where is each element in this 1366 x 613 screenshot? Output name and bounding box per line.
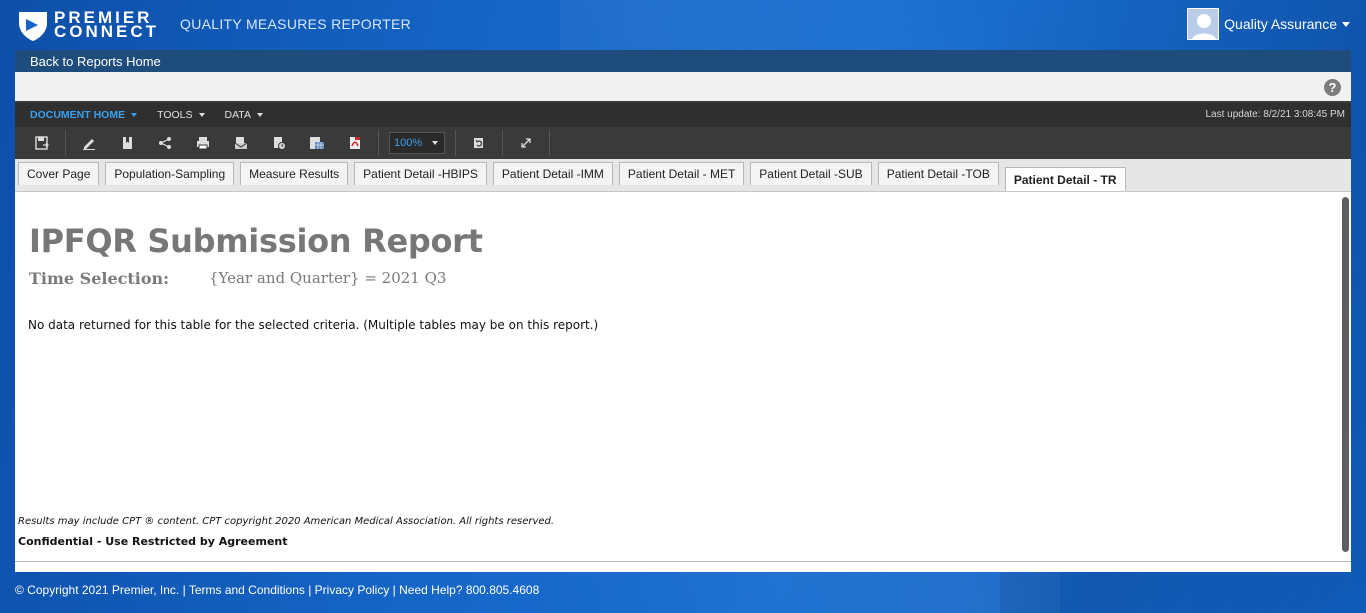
edit-button[interactable] bbox=[70, 127, 108, 159]
chevron-down-icon bbox=[256, 113, 263, 117]
cpt-notice: Results may include CPT ® content. CPT c… bbox=[18, 516, 555, 527]
logo-text-line2: CONNECT bbox=[54, 22, 160, 41]
help-icon[interactable]: ? bbox=[1324, 79, 1341, 96]
toolbar-separator bbox=[502, 130, 503, 156]
menu-label: DOCUMENT HOME bbox=[30, 109, 126, 121]
chevron-down-icon bbox=[131, 113, 138, 117]
send-icon bbox=[234, 137, 248, 149]
bookmark-icon bbox=[123, 137, 132, 149]
schedule-button[interactable] bbox=[260, 127, 298, 159]
tab-patient-detail-met[interactable]: Patient Detail - MET bbox=[618, 162, 745, 185]
tab-patient-detail-tr[interactable]: Patient Detail - TR bbox=[1004, 167, 1126, 191]
send-button[interactable] bbox=[222, 127, 260, 159]
menu-label: DATA bbox=[224, 109, 251, 121]
last-update: Last update: 8/2/21 3:08:45 PM bbox=[1205, 109, 1345, 120]
top-header: PREMIER CONNECT QUALITY MEASURES REPORTE… bbox=[0, 0, 1366, 50]
tab-measure-results[interactable]: Measure Results bbox=[240, 162, 349, 185]
edit-icon bbox=[83, 139, 95, 150]
time-selection-value: {Year and Quarter} = 2021 Q3 bbox=[209, 269, 447, 287]
zoom-select[interactable]: 100% bbox=[389, 132, 445, 154]
divider bbox=[15, 561, 1351, 562]
export-pdf-icon bbox=[350, 137, 360, 149]
report-title: IPFQR Submission Report bbox=[29, 222, 483, 260]
menu-data[interactable]: DATA bbox=[215, 103, 273, 127]
premier-logo-icon bbox=[19, 12, 47, 41]
share-icon bbox=[159, 137, 171, 149]
chevron-down-icon bbox=[198, 113, 205, 117]
schedule-icon bbox=[274, 137, 286, 150]
user-name: Quality Assurance bbox=[1224, 16, 1337, 32]
time-selection-label: Time Selection: bbox=[29, 269, 170, 288]
app-title: QUALITY MEASURES REPORTER bbox=[180, 16, 412, 32]
report-panel: Back to Reports Home ? DOCUMENT HOME TOO… bbox=[15, 50, 1351, 572]
menu-document-home[interactable]: DOCUMENT HOME bbox=[15, 103, 147, 127]
save-icon bbox=[35, 136, 49, 150]
user-menu[interactable]: Quality Assurance bbox=[1187, 8, 1350, 40]
no-data-message: No data returned for this table for the … bbox=[28, 318, 599, 332]
bookmark-button[interactable] bbox=[108, 127, 146, 159]
menu-bar: DOCUMENT HOME TOOLS DATA Last update: 8/… bbox=[15, 103, 1351, 127]
chevron-down-icon bbox=[1342, 21, 1350, 27]
fullscreen-icon bbox=[521, 138, 531, 148]
export-pdf-button[interactable] bbox=[336, 127, 374, 159]
toolbar-separator bbox=[549, 130, 550, 156]
report-tabs: Cover Page Population-Sampling Measure R… bbox=[15, 159, 1351, 192]
back-bar: Back to Reports Home bbox=[15, 50, 1351, 72]
export-excel-icon bbox=[310, 137, 324, 149]
share-button[interactable] bbox=[146, 127, 184, 159]
menu-label: TOOLS bbox=[157, 109, 193, 121]
report-document: IPFQR Submission Report Time Selection: … bbox=[15, 195, 1351, 572]
confidential-notice: Confidential - Use Restricted by Agreeme… bbox=[18, 535, 288, 548]
user-silhouette-icon bbox=[1188, 9, 1219, 39]
back-to-reports-link[interactable]: Back to Reports Home bbox=[30, 54, 161, 69]
tab-cover-page[interactable]: Cover Page bbox=[18, 162, 100, 185]
menu-tools[interactable]: TOOLS bbox=[147, 103, 214, 127]
fullscreen-button[interactable] bbox=[507, 127, 545, 159]
chevron-down-icon bbox=[432, 141, 439, 145]
refresh-icon bbox=[474, 138, 483, 148]
toolbar: 100% bbox=[15, 127, 1351, 159]
tab-population-sampling[interactable]: Population-Sampling bbox=[105, 162, 235, 185]
save-button[interactable] bbox=[23, 127, 61, 159]
refresh-button[interactable] bbox=[460, 127, 498, 159]
avatar bbox=[1187, 8, 1220, 40]
print-icon bbox=[197, 137, 209, 150]
print-button[interactable] bbox=[184, 127, 222, 159]
tab-patient-detail-sub[interactable]: Patient Detail -SUB bbox=[750, 162, 872, 185]
tab-patient-detail-tob[interactable]: Patient Detail -TOB bbox=[877, 162, 999, 185]
help-bar: ? bbox=[15, 72, 1351, 103]
export-excel-button[interactable] bbox=[298, 127, 336, 159]
vertical-scrollbar[interactable] bbox=[1342, 197, 1349, 552]
toolbar-separator bbox=[378, 130, 379, 156]
zoom-value: 100% bbox=[394, 137, 423, 149]
tab-patient-detail-imm[interactable]: Patient Detail -IMM bbox=[492, 162, 613, 185]
tab-patient-detail-hbips[interactable]: Patient Detail -HBIPS bbox=[354, 162, 487, 185]
footer: © Copyright 2021 Premier, Inc. | Terms a… bbox=[15, 583, 540, 597]
premier-logo[interactable]: PREMIER CONNECT bbox=[16, 8, 159, 42]
toolbar-separator bbox=[455, 130, 456, 156]
toolbar-separator bbox=[65, 130, 66, 156]
